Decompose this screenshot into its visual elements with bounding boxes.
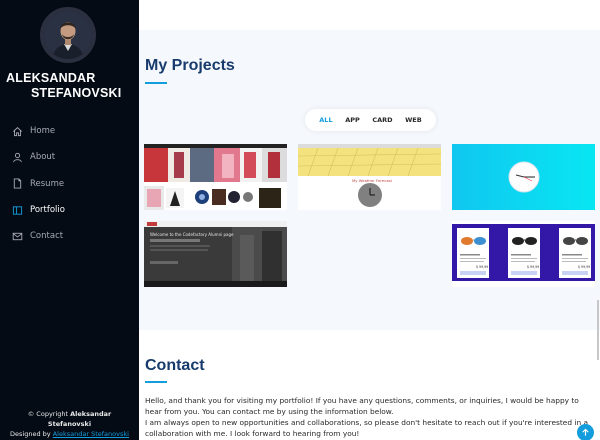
alumni-page-screenshot	[144, 221, 287, 287]
filter-card[interactable]: CARD	[372, 116, 392, 124]
portfolio-section: My Projects ALL APP CARD WEB My Weather …	[139, 30, 600, 330]
portfolio-filters: ALL APP CARD WEB	[305, 109, 436, 131]
nav-label: About	[30, 152, 56, 163]
portfolio-title: My Projects	[145, 57, 235, 74]
nav-item-home[interactable]: Home	[12, 118, 136, 144]
nav-label: Portfolio	[30, 205, 65, 216]
file-icon	[12, 178, 23, 189]
contact-paragraph-2: I am always open to new opportunities an…	[145, 418, 589, 438]
sidebar: ALEKSANDAR STEFANOVSKI Home About Resume	[0, 0, 139, 440]
alumni-page-caption: Welcome to the Codefactory Alumni page	[150, 232, 234, 237]
copyright-line: © Copyright Aleksandar	[0, 409, 139, 419]
designed-by-line: Designed by Aleksandar Stefanovski	[0, 429, 139, 439]
nav-label: Contact	[30, 231, 64, 242]
about-section-bottom	[139, 0, 600, 30]
arrow-up-icon	[582, 428, 589, 436]
project-thumb-fashion-shop[interactable]	[144, 144, 287, 210]
sidebar-nav: Home About Resume Portfolio Contact	[12, 118, 136, 249]
designer-link[interactable]: Aleksandar Stefanovski	[53, 430, 129, 438]
product-cards-screenshot	[452, 221, 595, 287]
owner-name: ALEKSANDAR STEFANOVSKI	[6, 71, 136, 101]
project-thumb-clock[interactable]	[452, 144, 595, 210]
weather-app-screenshot	[298, 144, 441, 210]
contact-title-underline	[145, 381, 167, 383]
envelope-icon	[12, 231, 23, 242]
filter-all[interactable]: ALL	[319, 116, 332, 124]
sidebar-footer: © Copyright Aleksandar Stefanovski Desig…	[0, 409, 139, 439]
copyright-prefix: © Copyright	[27, 410, 69, 418]
nav-label: Resume	[30, 178, 65, 189]
page-scrollbar[interactable]	[597, 300, 599, 360]
back-to-top-button[interactable]	[577, 424, 594, 440]
title-underline	[145, 82, 167, 84]
designed-by-text: Designed by	[10, 430, 51, 438]
nav-item-about[interactable]: About	[12, 144, 136, 170]
product-price-2: $ 99,99	[527, 265, 540, 269]
nav-label: Home	[30, 126, 56, 137]
weather-app-caption: My Weather Forecast	[352, 178, 392, 183]
copyright-line-2: Stefanovski	[0, 419, 139, 429]
fashion-shop-screenshot	[144, 144, 287, 210]
nav-item-portfolio[interactable]: Portfolio	[12, 197, 136, 223]
nav-item-resume[interactable]: Resume	[12, 171, 136, 197]
home-icon	[12, 126, 23, 137]
product-price-3: $ 99,99	[578, 265, 591, 269]
avatar	[40, 7, 96, 63]
project-thumb-product-cards[interactable]: $ 99,99 $ 99,99 $ 99,99	[452, 221, 595, 287]
main-content: My Projects ALL APP CARD WEB My Weather …	[139, 0, 600, 440]
contact-paragraph-1: Hello, and thank you for visiting my por…	[145, 396, 579, 416]
owner-name-line1: ALEKSANDAR	[6, 71, 96, 85]
filter-web[interactable]: WEB	[405, 116, 422, 124]
user-icon	[12, 152, 23, 163]
owner-name-line2: STEFANOVSKI	[31, 86, 122, 100]
project-thumb-alumni-page[interactable]: Welcome to the Codefactory Alumni page	[144, 221, 287, 287]
project-thumb-weather-app[interactable]: My Weather Forecast	[298, 144, 441, 210]
copyright-name-2: Stefanovski	[47, 420, 92, 428]
profile-photo	[44, 11, 92, 59]
clock-app-screenshot	[452, 144, 595, 210]
filter-app[interactable]: APP	[345, 116, 360, 124]
product-price-1: $ 99,99	[476, 265, 489, 269]
copyright-name-1: Aleksandar	[70, 410, 112, 418]
portfolio-icon	[12, 205, 23, 216]
contact-title: Contact	[145, 357, 205, 374]
nav-item-contact[interactable]: Contact	[12, 223, 136, 249]
contact-intro: Hello, and thank you for visiting my por…	[145, 395, 597, 439]
